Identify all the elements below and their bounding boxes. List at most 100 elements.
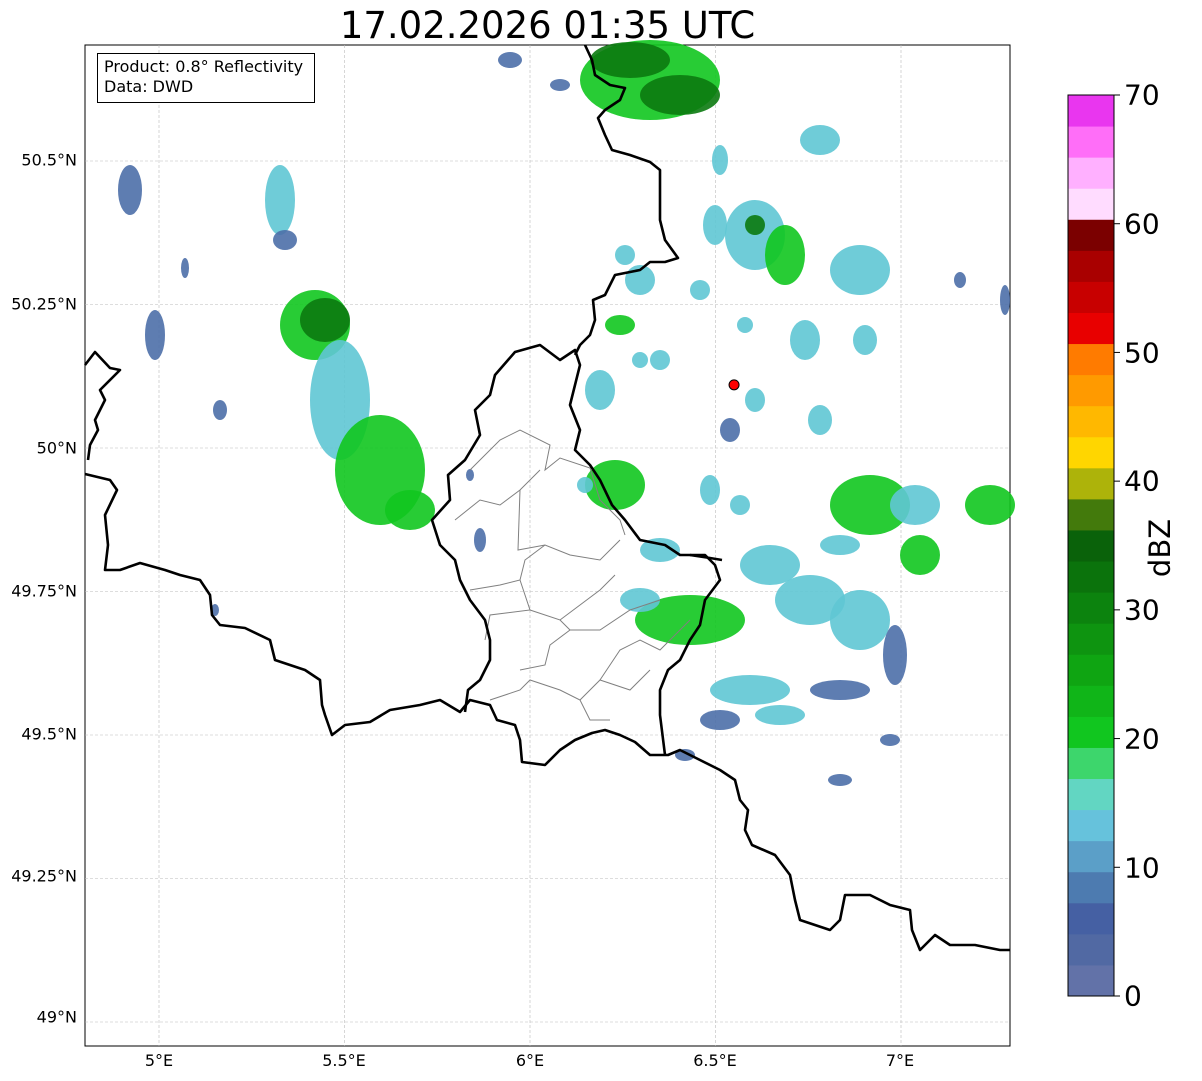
colorbar-segment (1068, 933, 1114, 966)
colorbar-segment (1068, 219, 1114, 251)
lat-label-49-5: 49.5°N (21, 724, 77, 744)
echo-cell-weak (1000, 285, 1010, 315)
colorbar-segment (1068, 343, 1114, 376)
echo-cell-weak (883, 625, 907, 685)
colorbar-segment (1068, 498, 1114, 531)
colorbar-segment (1068, 529, 1114, 562)
echo-cell-light (737, 317, 753, 333)
colorbar-title: dBZ (1143, 518, 1177, 578)
lat-label-50: 50°N (36, 438, 77, 458)
product-label: Product: 0.8° Reflectivity (104, 57, 304, 76)
echo-cell-light (700, 475, 720, 505)
lat-label-50-5: 50.5°N (21, 150, 77, 170)
echo-cell-light (650, 350, 670, 370)
echo-cell-light (712, 145, 728, 175)
echo-cell-weak (213, 400, 227, 420)
colorbar-segment (1068, 312, 1114, 345)
echo-cell-weak (498, 52, 522, 68)
colorbar-segment (1068, 716, 1114, 748)
lat-label-50-25: 50.25°N (11, 294, 77, 314)
echo-cell-weak (550, 79, 570, 91)
echo-cell-moderate (385, 490, 435, 530)
lat-label-49-25: 49.25°N (11, 866, 77, 886)
echo-cell-strong (590, 42, 670, 78)
echo-cell-weak (181, 258, 189, 278)
colorbar-segment (1068, 188, 1114, 220)
colorbar-tick-60: 60 (1124, 207, 1160, 241)
echo-cell-moderate (585, 460, 645, 510)
echo-cell-light (820, 535, 860, 555)
echo-cell-light (808, 405, 832, 435)
info-box: Product: 0.8° Reflectivity Data: DWD (97, 53, 315, 103)
echo-cell-light (800, 125, 840, 155)
colorbar-tick-50: 50 (1124, 336, 1160, 370)
echo-cell-weak (474, 528, 486, 552)
echo-cell-light (710, 675, 790, 705)
radar-site-marker (728, 379, 740, 391)
colorbar-tick-40: 40 (1124, 464, 1160, 498)
echo-cell-light (755, 705, 805, 725)
echo-cell-weak (145, 310, 165, 360)
colorbar-segment (1068, 281, 1114, 313)
lon-label-5: 5°E (144, 1051, 174, 1070)
echo-cell-weak (273, 230, 297, 250)
echo-cell-weak (118, 165, 142, 215)
colorbar-tick-0: 0 (1124, 979, 1142, 1013)
echo-cell-weak (720, 418, 740, 442)
colorbar-segment (1068, 747, 1114, 780)
colorbar-segment (1068, 250, 1114, 282)
colorbar-segment (1068, 964, 1114, 997)
echo-cell-weak (880, 734, 900, 746)
colorbar-segment (1068, 95, 1114, 127)
echo-cell-light (690, 280, 710, 300)
lon-label-5-5: 5.5°E (322, 1051, 366, 1070)
colorbar-segment (1068, 809, 1114, 842)
echo-cell-moderate (765, 225, 805, 285)
colorbar-tick-10: 10 (1124, 851, 1160, 885)
colorbar-segment (1068, 685, 1114, 717)
echo-cell-light (632, 352, 648, 368)
echo-cell-moderate (900, 535, 940, 575)
colorbar-segment (1068, 623, 1114, 655)
colorbar-tick-30: 30 (1124, 593, 1160, 627)
lat-label-49: 49°N (36, 1007, 77, 1027)
data-source-label: Data: DWD (104, 77, 194, 96)
echo-cell-light (745, 388, 765, 412)
lon-label-7: 7°E (885, 1051, 915, 1070)
echo-cell-light (615, 245, 635, 265)
colorbar-segment (1068, 374, 1114, 407)
colorbar-segment (1068, 561, 1114, 593)
echo-cell-weak (954, 272, 966, 288)
echo-cell-weak (700, 710, 740, 730)
colorbar-tick-20: 20 (1124, 722, 1160, 756)
radar-map (83, 40, 1120, 1047)
colorbar-segment (1068, 467, 1114, 500)
colorbar-segment (1068, 157, 1114, 189)
echo-cell-light (790, 320, 820, 360)
echo-cell-light (830, 245, 890, 295)
echo-cell-light (730, 495, 750, 515)
echo-cell-light (703, 205, 727, 245)
colorbar-segment (1068, 871, 1114, 904)
echo-cell-light (620, 588, 660, 612)
echo-cell-strong (300, 298, 350, 342)
colorbar-segment (1068, 778, 1114, 811)
echo-cell-light (830, 590, 890, 650)
echo-cell-moderate (605, 315, 635, 335)
echo-cell-weak (828, 774, 852, 786)
echo-cell-weak (810, 680, 870, 700)
colorbar (1067, 94, 1120, 997)
echo-cell-strong (745, 215, 765, 235)
echo-cell-moderate (965, 485, 1015, 525)
colorbar-segment (1068, 902, 1114, 935)
echo-cell-light (265, 165, 295, 235)
colorbar-segment (1068, 654, 1114, 686)
echo-cell-light (577, 477, 593, 493)
colorbar-segment (1068, 126, 1114, 158)
lon-label-6: 6°E (515, 1051, 545, 1070)
echo-cell-weak (466, 469, 474, 481)
lon-label-6-5: 6.5°E (693, 1051, 737, 1070)
echo-cell-light (585, 370, 615, 410)
colorbar-segment (1068, 405, 1114, 438)
lat-label-49-75: 49.75°N (11, 581, 77, 601)
